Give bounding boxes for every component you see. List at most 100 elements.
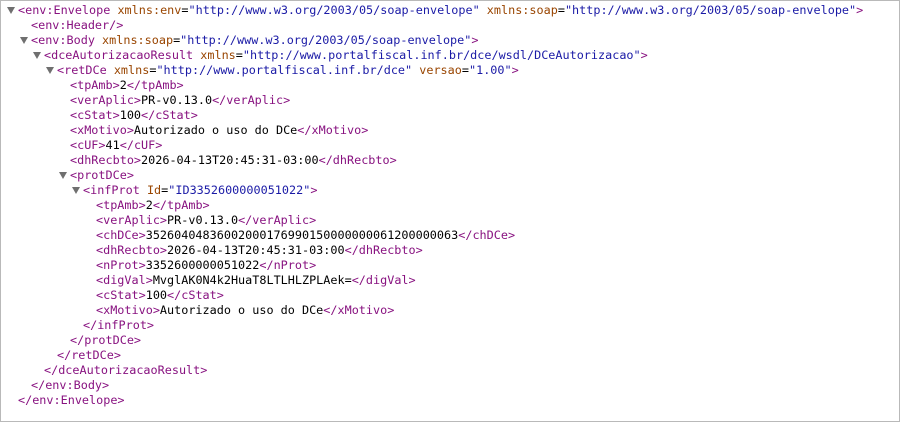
xml-tag: </protDCe>	[70, 333, 142, 347]
xml-line: <chDCe>352604048360020001769901500000000…	[0, 228, 900, 243]
xml-line-content: <env:Body xmlns:soap="http://www.w3.org/…	[31, 33, 478, 48]
xml-tag: >	[856, 3, 864, 17]
xml-line-content: </infProt>	[83, 318, 154, 333]
xml-line: </protDCe>	[0, 333, 900, 348]
xml-attr-value: "http://www.portalfiscal.inf.br/dce/wsdl…	[242, 48, 641, 62]
xml-line: <verAplic>PR-v0.13.0</verAplic>	[0, 213, 900, 228]
xml-tag: >	[310, 183, 318, 197]
xml-line-content: <env:Header/>	[31, 18, 123, 33]
xml-tag: </digVal>	[351, 273, 416, 287]
xml-tag: <protDCe>	[70, 168, 134, 182]
xml-tag: <env:Envelope	[18, 3, 111, 17]
xml-tag: </dhRecbto>	[344, 243, 423, 257]
xml-tag: >	[640, 48, 648, 62]
xml-line: <protDCe>	[0, 168, 900, 183]
xml-tag: </tpAmb>	[126, 78, 184, 92]
xml-line-content: <xMotivo>Autorizado o uso do DCe</xMotiv…	[70, 123, 368, 138]
xml-tag: </dhRecbto>	[318, 153, 397, 167]
xml-line: <cStat>100</cStat>	[0, 108, 900, 123]
xml-tag: </xMotivo>	[323, 303, 395, 317]
xml-tag: <dhRecbto>	[96, 243, 168, 257]
xml-line: </env:Envelope>	[0, 393, 900, 408]
xml-line-content: <tpAmb>2</tpAmb>	[96, 198, 210, 213]
xml-text: 100	[119, 108, 142, 122]
xml-line-content: <digVal>MvglAK0N4k2HuaT8LTLHLZPLAek=</di…	[96, 273, 416, 288]
xml-line: <tpAmb>2</tpAmb>	[0, 198, 900, 213]
xml-line: </infProt>	[0, 318, 900, 333]
xml-line: <cUF>41</cUF>	[0, 138, 900, 153]
xml-tag: </cUF>	[119, 138, 163, 152]
xml-line: <env:Body xmlns:soap="http://www.w3.org/…	[0, 33, 900, 48]
xml-text: MvglAK0N4k2HuaT8LTLHLZPLAek=	[152, 273, 352, 287]
xml-line: <xMotivo>Autorizado o uso do DCe</xMotiv…	[0, 123, 900, 138]
xml-line: <dhRecbto>2026-04-13T20:45:31-03:00</dhR…	[0, 243, 900, 258]
xml-attr-name: versao	[419, 63, 462, 77]
xml-text	[95, 33, 102, 47]
xml-line-content: <cStat>100</cStat>	[96, 288, 224, 303]
xml-line: </env:Body>	[0, 378, 900, 393]
xml-text: =	[235, 48, 243, 62]
xml-line: <infProt Id="ID3352600000051022">	[0, 183, 900, 198]
xml-text: =	[557, 3, 565, 17]
xml-line: <tpAmb>2</tpAmb>	[0, 78, 900, 93]
xml-attr-name: xmlns:soap	[486, 3, 558, 17]
xml-line-content: </env:Body>	[31, 378, 109, 393]
xml-text	[480, 3, 487, 17]
collapse-triangle-icon[interactable]	[46, 67, 54, 74]
xml-tag: <dceAutorizacaoResult	[44, 48, 194, 62]
xml-text: =	[461, 63, 469, 77]
xml-attr-name: Id	[146, 183, 162, 197]
xml-line-content: <verAplic>PR-v0.13.0</verAplic>	[70, 93, 290, 108]
xml-attr-name: xmlns	[113, 63, 150, 77]
collapse-triangle-icon[interactable]	[7, 7, 15, 14]
xml-tag: <retDCe	[57, 63, 107, 77]
xml-line-content: <verAplic>PR-v0.13.0</verAplic>	[96, 213, 316, 228]
xml-attr-name: xmlns:env	[117, 3, 182, 17]
xml-tag: <tpAmb>	[96, 198, 146, 212]
collapse-triangle-icon[interactable]	[33, 52, 41, 59]
xml-tag: </xMotivo>	[297, 123, 369, 137]
xml-line-content: <env:Envelope xmlns:env="http://www.w3.o…	[18, 3, 863, 18]
xml-text: 2026-04-13T20:45:31-03:00	[141, 153, 319, 167]
xml-line-content: <chDCe>352604048360020001769901500000000…	[96, 228, 515, 243]
xml-line-content: </dceAutorizacaoResult>	[44, 363, 207, 378]
xml-tag: </cStat>	[167, 288, 224, 302]
xml-attr-value: "http://www.w3.org/2003/05/soap-envelope…	[180, 33, 472, 47]
collapse-triangle-icon[interactable]	[20, 37, 28, 44]
xml-line: <nProt>3352600000051022</nProt>	[0, 258, 900, 273]
xml-line-content: <dceAutorizacaoResult xmlns="http://www.…	[44, 48, 648, 63]
xml-tag: <dhRecbto>	[70, 153, 142, 167]
xml-line-content: <retDCe xmlns = "http://www.portalfiscal.i…	[57, 63, 519, 78]
xml-text	[140, 183, 147, 197]
collapse-triangle-icon[interactable]	[59, 172, 67, 179]
xml-text: 3526040483600200017699015000000006120000…	[145, 228, 459, 242]
xml-line: <cStat>100</cStat>	[0, 288, 900, 303]
xml-text: 41	[105, 138, 120, 152]
xml-attr-value: "1.00"	[468, 63, 512, 77]
xml-text: PR-v0.13.0	[141, 93, 213, 107]
xml-tag: </retDCe>	[57, 348, 121, 362]
xml-tag: <cUF>	[70, 138, 106, 152]
xml-tag: </dceAutorizacaoResult>	[44, 363, 208, 377]
collapse-triangle-icon[interactable]	[72, 187, 80, 194]
xml-line-content: <tpAmb>2</tpAmb>	[70, 78, 184, 93]
xml-line-content: <cStat>100</cStat>	[70, 108, 198, 123]
xml-tag: <chDCe>	[96, 228, 146, 242]
xml-tag: <xMotivo>	[96, 303, 160, 317]
xml-line: <xMotivo>Autorizado o uso do DCe</xMotiv…	[0, 303, 900, 318]
xml-attr-value: "http://www.portalfiscal.inf.br/dce"	[156, 63, 413, 77]
xml-text	[107, 63, 114, 77]
xml-tag: </tpAmb>	[152, 198, 210, 212]
xml-line: </dceAutorizacaoResult>	[0, 363, 900, 378]
xml-line: </retDCe>	[0, 348, 900, 363]
xml-line-content: <nProt>3352600000051022</nProt>	[96, 258, 316, 273]
xml-line-content: <cUF>41</cUF>	[70, 138, 162, 153]
xml-line-content: <infProt Id="ID3352600000051022">	[83, 183, 317, 198]
xml-line: <verAplic>PR-v0.13.0</verAplic>	[0, 93, 900, 108]
xml-tag: <digVal>	[96, 273, 153, 287]
xml-tag: </env:Body>	[31, 378, 110, 392]
xml-tag: </verAplic>	[238, 213, 317, 227]
xml-tag: >	[511, 63, 519, 77]
xml-tag: </nProt>	[259, 258, 317, 272]
xml-tree-viewer: <env:Envelope xmlns:env="http://www.w3.o…	[0, 3, 900, 408]
